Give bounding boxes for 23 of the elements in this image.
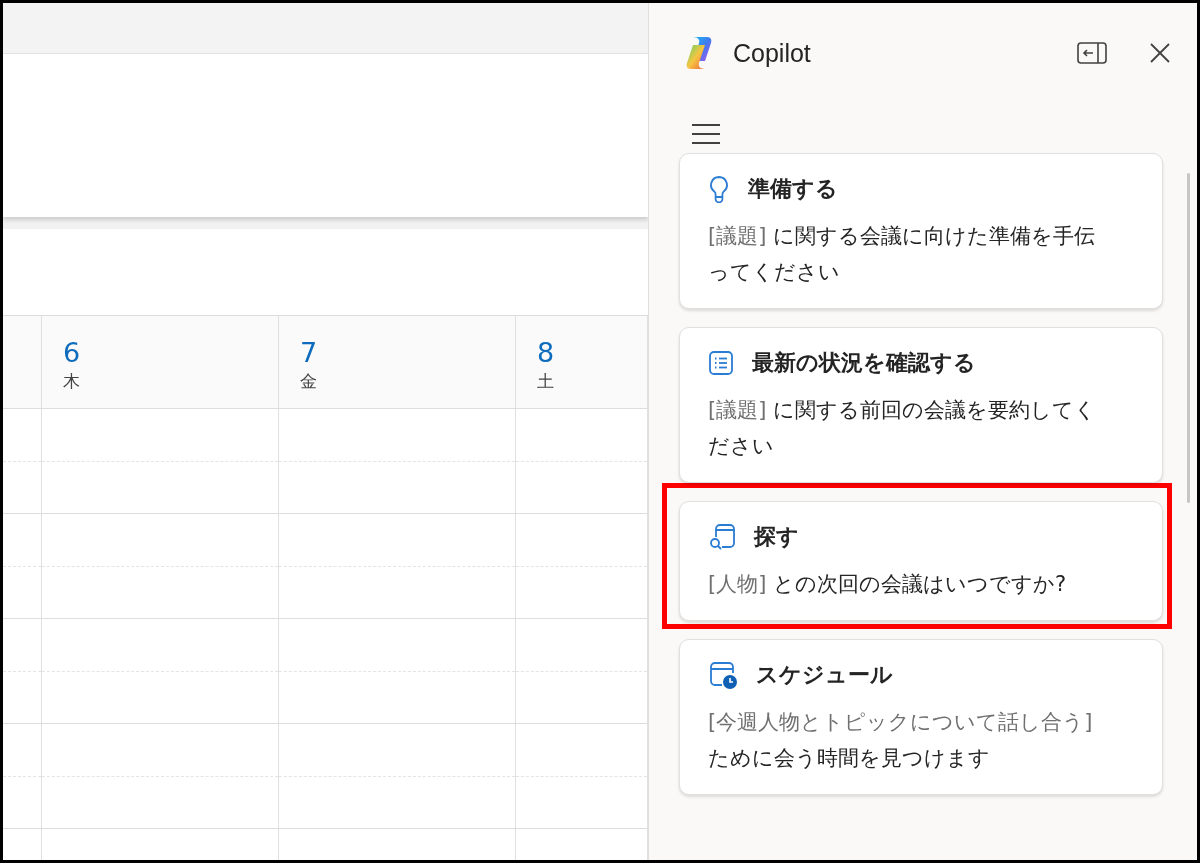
lightbulb-icon (708, 175, 730, 203)
prompt-text: [人物] との次回の会議はいつですか? (708, 571, 1068, 598)
prompt-text: [議題] に関する前回の会議を要約してください (708, 397, 1098, 460)
prompt-text: [議題] に関する会議に向けた準備を手伝ってください (708, 223, 1097, 286)
weekday-label: 土 (537, 370, 554, 393)
prompt-card[interactable]: 探す [人物] との次回の会議はいつですか? (679, 501, 1163, 621)
day-number: 7 (300, 338, 318, 368)
day-number: 6 (63, 338, 81, 368)
calendar-clock-icon (708, 660, 738, 690)
prompt-card[interactable]: 最新の状況を確認する [議題] に関する前回の会議を要約してください (679, 327, 1163, 483)
panel-title: Copilot (733, 38, 812, 68)
weekday-label: 金 (300, 370, 317, 393)
prompt-title: スケジュール (756, 661, 893, 689)
list-icon (708, 350, 734, 376)
weekday-label: 木 (63, 370, 80, 393)
window-search-icon (708, 523, 736, 551)
prompt-title: 準備する (748, 175, 838, 203)
prompt-card[interactable]: スケジュール [今週人物とトピックについて話し合う] ために会う時間を見つけます (679, 639, 1163, 795)
prompt-title: 最新の状況を確認する (752, 349, 976, 377)
prompt-text: [今週人物とトピックについて話し合う] ために会う時間を見つけます (708, 709, 1094, 772)
prompt-title: 探す (754, 523, 799, 551)
day-number: 8 (537, 338, 555, 368)
prompt-card[interactable]: 準備する [議題] に関する会議に向けた準備を手伝ってください (679, 153, 1163, 309)
